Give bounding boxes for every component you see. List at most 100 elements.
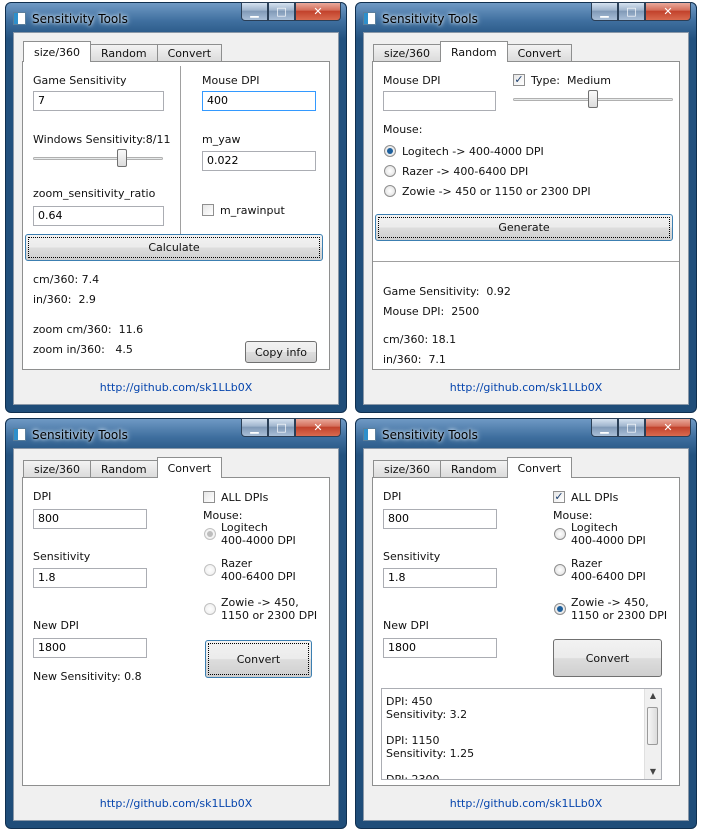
tab-random[interactable]: Random <box>440 460 508 478</box>
maximize-button[interactable]: □ <box>618 2 645 21</box>
tab-bar: size/360 Random Convert <box>23 457 223 478</box>
scrollbar-thumb[interactable] <box>647 707 658 745</box>
windows-sensitivity-slider-thumb[interactable] <box>117 149 127 167</box>
tab-bar: size/360 Random Convert <box>373 457 573 478</box>
client-area: size/360 Random Convert DPI 800 Sensitiv… <box>363 448 689 821</box>
maximize-button[interactable]: □ <box>268 2 295 21</box>
tab-size360[interactable]: size/360 <box>373 460 442 478</box>
mouse-dpi-result: Mouse DPI: 2500 <box>383 305 479 318</box>
github-link[interactable]: http://github.com/sk1LLb0X <box>14 381 338 394</box>
all-dpis-checkbox[interactable] <box>203 491 215 503</box>
window-title: Sensitivity Tools <box>32 428 128 442</box>
new-dpi-input[interactable]: 1800 <box>33 638 147 658</box>
minimize-button[interactable]: ▁ <box>241 418 268 437</box>
window-random: Sensitivity Tools ▁ □ ✕ size/360 Random … <box>355 2 697 413</box>
tab-convert[interactable]: Convert <box>506 457 573 478</box>
m-yaw-input[interactable]: 0.022 <box>202 151 316 171</box>
m-rawinput-checkbox[interactable] <box>202 204 214 216</box>
tab-size360[interactable]: size/360 <box>23 41 92 62</box>
close-button[interactable]: ✕ <box>295 418 341 437</box>
sensitivity-label: Sensitivity <box>33 550 91 563</box>
game-sensitivity-input[interactable]: 7 <box>33 91 164 111</box>
github-link[interactable]: http://github.com/sk1LLb0X <box>14 797 338 810</box>
tab-convert[interactable]: Convert <box>506 44 573 62</box>
new-dpi-input[interactable]: 1800 <box>383 638 497 658</box>
tab-convert[interactable]: Convert <box>156 44 223 62</box>
mouse-option-razer-range: 400-6400 DPI <box>221 570 296 583</box>
minimize-button[interactable]: ▁ <box>591 2 618 21</box>
github-link[interactable]: http://github.com/sk1LLb0X <box>364 381 688 394</box>
window-convert: Sensitivity Tools ▁ □ ✕ size/360 Random … <box>5 418 347 829</box>
copy-info-button[interactable]: Copy info <box>245 341 317 363</box>
mouse-option-razer-name: Razer <box>571 557 603 570</box>
mouse-dpi-input[interactable]: 400 <box>202 91 316 111</box>
windows-sensitivity-slider-track[interactable] <box>33 157 163 160</box>
in360-label: in/360: <box>383 353 422 366</box>
close-button[interactable]: ✕ <box>645 418 691 437</box>
type-checkbox[interactable]: ✓ <box>513 74 525 86</box>
results-scrollbar[interactable]: ▲ ▼ <box>644 689 661 779</box>
window-title: Sensitivity Tools <box>32 12 128 26</box>
minimize-button[interactable]: ▁ <box>241 2 268 21</box>
close-button[interactable]: ✕ <box>295 2 341 21</box>
convert-button[interactable]: Convert <box>553 639 662 677</box>
all-dpis-checkbox[interactable]: ✓ <box>553 491 565 503</box>
mouse-radio-logitech[interactable] <box>384 145 396 157</box>
mouse-radio-zowie[interactable] <box>384 185 396 197</box>
client-area: size/360 Random Convert DPI 800 Sensitiv… <box>13 448 339 821</box>
maximize-button[interactable]: □ <box>268 418 295 437</box>
mouse-radio-zowie[interactable] <box>554 603 566 615</box>
mouse-option-razer: Razer 400-6400 DPI <box>221 557 296 583</box>
all-dpis-label: ALL DPIs <box>571 491 619 504</box>
dpi-input[interactable]: 800 <box>33 509 147 529</box>
m-rawinput-label: m_rawinput <box>220 204 285 217</box>
scroll-up-arrow-icon[interactable]: ▲ <box>645 689 661 703</box>
tab-random[interactable]: Random <box>440 41 508 62</box>
scroll-down-arrow-icon[interactable]: ▼ <box>645 765 661 779</box>
zoom-cm360-label: zoom cm/360: <box>33 323 112 336</box>
client-area: size/360 Random Convert Mouse DPI ✓ Type… <box>363 32 689 405</box>
mouse-option-zowie-range: 1150 or 2300 DPI <box>571 609 668 622</box>
mouse-option-logitech-name: Logitech <box>221 521 268 534</box>
github-link[interactable]: http://github.com/sk1LLb0X <box>364 797 688 810</box>
tab-convert[interactable]: Convert <box>156 457 223 478</box>
windows-sensitivity-text: Windows Sensitivity: <box>33 133 146 146</box>
dpi-input[interactable]: 800 <box>383 509 497 529</box>
window-size360: Sensitivity Tools ▁ □ ✕ size/360 Random … <box>5 2 347 413</box>
app-icon <box>13 428 26 441</box>
mouse-radio-logitech[interactable] <box>554 528 566 540</box>
mouse-radio-logitech[interactable] <box>204 528 216 540</box>
sensitivity-label: Sensitivity <box>383 550 441 563</box>
minimize-button[interactable]: ▁ <box>591 418 618 437</box>
mouse-radio-razer[interactable] <box>384 165 396 177</box>
cm360-result: cm/360: 18.1 <box>383 333 456 346</box>
client-area: size/360 Random Convert Game Sensitivity… <box>13 32 339 405</box>
tab-random[interactable]: Random <box>90 460 158 478</box>
maximize-button[interactable]: □ <box>618 418 645 437</box>
mouse-option-logitech-name: Logitech <box>571 521 618 534</box>
mouse-radio-razer[interactable] <box>204 564 216 576</box>
windows-sensitivity-value: 8/11 <box>145 133 171 146</box>
sensitivity-input[interactable]: 1.8 <box>33 568 147 588</box>
close-button[interactable]: ✕ <box>645 2 691 21</box>
mouse-radio-razer[interactable] <box>554 564 566 576</box>
calculate-button[interactable]: Calculate <box>25 234 323 261</box>
app-icon <box>13 12 26 25</box>
tab-size360[interactable]: size/360 <box>23 460 92 478</box>
type-slider-thumb[interactable] <box>588 90 598 108</box>
mouse-option-logitech: Logitech 400-4000 DPI <box>221 521 296 547</box>
m-yaw-label: m_yaw <box>202 133 241 146</box>
sensitivity-input[interactable]: 1.8 <box>383 568 497 588</box>
mouse-dpi-input[interactable] <box>383 91 496 111</box>
mouse-radio-zowie[interactable] <box>204 603 216 615</box>
tab-size360[interactable]: size/360 <box>373 44 442 62</box>
mouse-option-zowie-range: 1150 or 2300 DPI <box>221 609 318 622</box>
windows-sensitivity-label: Windows Sensitivity:8/11 <box>33 133 170 146</box>
mouse-dpi-label: Mouse DPI <box>383 74 441 87</box>
tab-random[interactable]: Random <box>90 44 158 62</box>
tab-panel: Mouse DPI ✓ Type: Medium Mouse: Logitech… <box>372 61 680 370</box>
convert-button[interactable]: Convert <box>205 640 312 678</box>
generate-button[interactable]: Generate <box>375 214 673 241</box>
results-textarea[interactable]: DPI: 450 Sensitivity: 3.2 DPI: 1150 Sens… <box>381 688 662 780</box>
zoom-ratio-input[interactable]: 0.64 <box>33 206 164 226</box>
